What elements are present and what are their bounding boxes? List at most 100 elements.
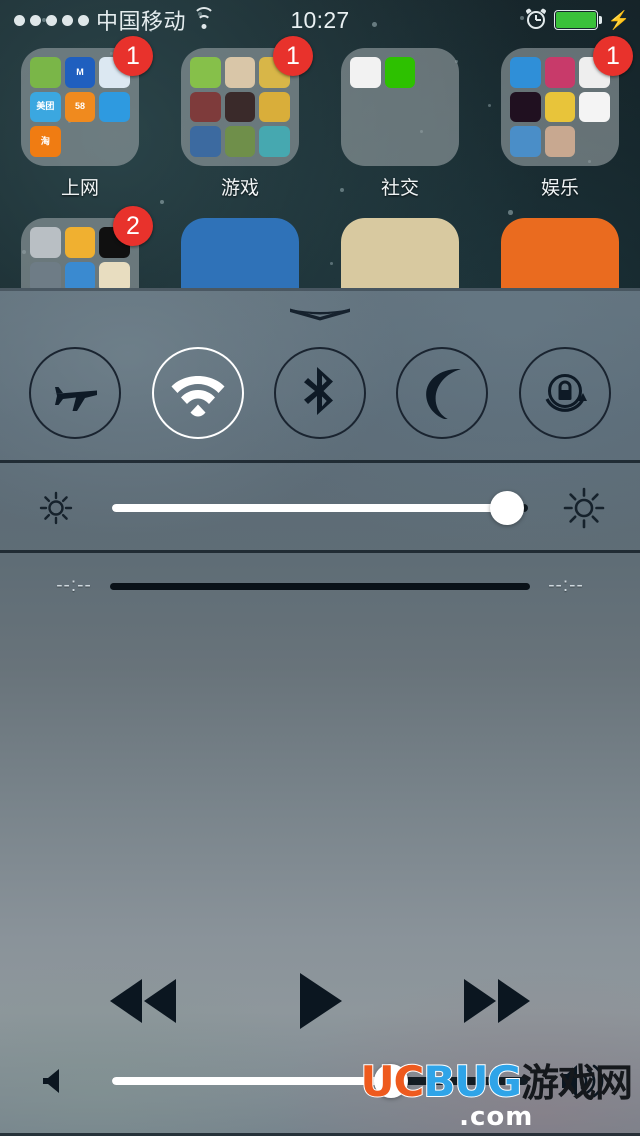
signal-strength-dots — [14, 14, 89, 26]
folder-mini-icon: 58 — [64, 91, 96, 123]
springboard: M美团58淘1上网1游戏社交1娱乐 2CRH — [0, 36, 640, 336]
home-icon-cell[interactable]: 社交 — [320, 48, 480, 200]
cc-top-edge — [0, 288, 640, 291]
status-bar-left: 中国移动 — [14, 4, 216, 36]
folder-mini-icon — [190, 126, 221, 157]
airplane-mode-toggle[interactable] — [29, 347, 122, 439]
signal-dot — [62, 14, 73, 26]
site-watermark: UCBUG游戏网 .com — [359, 1060, 633, 1131]
brightness-high-icon — [563, 487, 605, 529]
watermark-bug: BUG — [422, 1057, 523, 1106]
folder-mini-icon — [99, 126, 130, 157]
chevron-grabber-icon[interactable] — [288, 306, 352, 322]
wifi-icon — [171, 376, 225, 417]
folder-mini-icon — [350, 126, 381, 157]
playback-scrubber-row: --:-- --:-- — [0, 556, 640, 616]
watermark-chinese: 游戏网 — [520, 1061, 633, 1105]
app-label: 娱乐 — [540, 178, 579, 199]
play-icon — [300, 972, 342, 1029]
playback-scrubber[interactable] — [110, 582, 530, 590]
status-bar-right: ⚡ — [524, 7, 630, 30]
folder-mini-icon — [419, 92, 450, 123]
notification-badge: 1 — [273, 36, 313, 76]
home-icon-cell[interactable]: M 美团 58 淘 1 上网 — [0, 36, 160, 200]
battery-full-icon — [553, 10, 602, 30]
rotation-lock-toggle[interactable] — [518, 347, 611, 439]
folder-mini-icon — [510, 57, 541, 88]
elapsed-time-label: --:-- — [56, 575, 92, 596]
rewind-button[interactable] — [104, 975, 184, 1027]
folder-mini-icon — [224, 126, 256, 157]
control-center-panel: --:-- --:-- — [0, 288, 640, 1136]
brightness-slider-thumb[interactable] — [490, 491, 525, 525]
notification-badge: 1 — [593, 36, 633, 76]
folder-mini-icon — [30, 57, 61, 88]
folder-mini-icon — [190, 91, 221, 123]
home-icon-cell[interactable]: 1 游戏 — [160, 36, 320, 200]
folder-mini-icon — [65, 126, 96, 157]
notification-badge: 2 — [113, 206, 153, 246]
fast-forward-button[interactable] — [456, 975, 536, 1027]
playback-controls — [0, 953, 640, 1048]
folder-mini-icon — [510, 126, 541, 157]
folder-mini-icon — [259, 91, 290, 123]
folder-mini-icon — [350, 92, 381, 123]
folder-mini-icon — [385, 126, 416, 157]
signal-dot — [14, 14, 25, 26]
folder-mini-icon: 淘 — [30, 126, 61, 157]
rotation-lock-icon — [545, 374, 587, 412]
home-icon-row-1: M 美团 58 淘 1 上网 1 游戏 社交 1 娱乐 — [0, 36, 640, 200]
watermark-uc: UC — [359, 1057, 425, 1106]
wifi-toggle[interactable] — [151, 347, 244, 439]
fast-forward-icon — [464, 978, 530, 1023]
bluetooth-toggle[interactable] — [273, 347, 366, 439]
app-label: 游戏 — [220, 178, 259, 199]
rewind-icon — [110, 978, 176, 1023]
remaining-time-label: --:-- — [548, 575, 584, 596]
folder-mini-icon — [259, 126, 290, 157]
folder-mini-icon — [224, 91, 256, 123]
signal-dot — [46, 14, 57, 26]
play-button[interactable] — [294, 970, 346, 1032]
folder-mini-icon — [544, 57, 576, 88]
folder-mini-icon — [385, 92, 416, 123]
brightness-low-icon — [39, 491, 73, 525]
app-label: 社交 — [380, 178, 419, 199]
folder-mini-icon — [350, 57, 381, 88]
folder-mini-icon — [544, 126, 576, 157]
do-not-disturb-toggle[interactable] — [396, 347, 489, 439]
app-label: 上网 — [60, 178, 99, 199]
folder-mini-icon — [30, 227, 61, 258]
volume-mute-icon — [43, 1069, 59, 1093]
brightness-slider-row — [0, 463, 640, 553]
folder-mini-icon: M — [64, 57, 96, 88]
divider-2 — [0, 550, 640, 553]
iphone-screen: 中国移动 10:27 ⚡ M美团58淘1上网1游戏社交1娱乐 2CRH — [0, 0, 640, 1136]
home-icon-cell[interactable]: 1 娱乐 — [480, 36, 640, 200]
folder-mini-icon — [544, 91, 576, 123]
status-bar: 中国移动 10:27 ⚡ — [0, 0, 640, 40]
signal-dot — [78, 14, 89, 26]
folder-mini-icon — [190, 57, 221, 88]
folder-mini-icon — [579, 91, 610, 123]
folder-mini-icon — [384, 57, 416, 88]
folder-mini-icon — [64, 227, 96, 258]
wifi-icon — [193, 6, 216, 29]
quick-toggles-row — [0, 338, 640, 448]
moon-icon — [426, 369, 462, 419]
bluetooth-icon — [303, 367, 333, 415]
notification-badge: 1 — [113, 36, 153, 76]
app-folder[interactable] — [341, 48, 459, 166]
brightness-slider[interactable] — [112, 491, 528, 525]
lightning-bolt-icon: ⚡ — [607, 10, 630, 30]
carrier-label: 中国移动 — [96, 9, 187, 34]
folder-mini-icon: 美团 — [30, 91, 61, 123]
status-bar-clock: 10:27 — [290, 6, 350, 33]
folder-mini-icon — [224, 57, 256, 88]
signal-dot — [30, 14, 41, 26]
airplane-icon — [53, 387, 98, 411]
folder-mini-icon — [419, 126, 450, 157]
folder-mini-icon — [99, 91, 130, 123]
folder-mini-icon — [579, 126, 610, 157]
alarm-clock-icon — [524, 7, 547, 30]
